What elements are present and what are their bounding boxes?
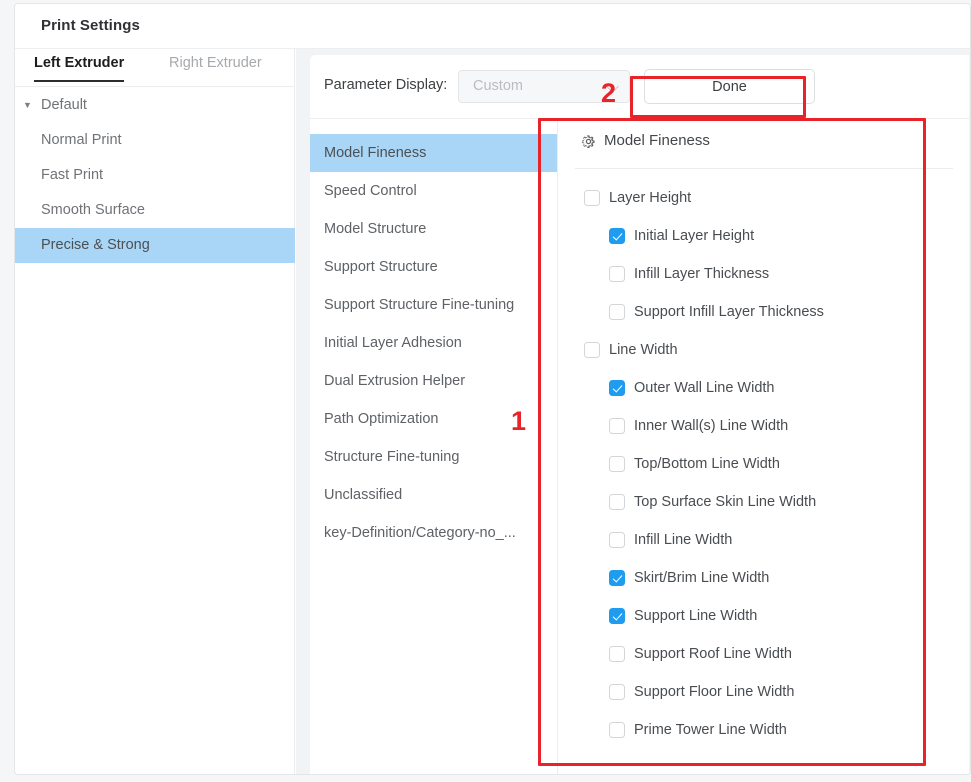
tree-group-label: Default: [41, 97, 87, 113]
parameter-panel-divider: [575, 168, 953, 169]
param-row-top-surface-skin-line-width[interactable]: Top Surface Skin Line Width: [559, 483, 969, 521]
category-item-structure-fine-tuning[interactable]: Structure Fine-tuning: [310, 438, 557, 476]
title-bar: Print Settings: [15, 4, 970, 49]
param-row-layer-height[interactable]: Layer Height: [559, 179, 969, 217]
param-label: Layer Height: [609, 190, 692, 206]
category-item-speed-control[interactable]: Speed Control: [310, 172, 557, 210]
param-row-support-roof-line-width[interactable]: Support Roof Line Width: [559, 635, 969, 673]
category-item-path-optimization[interactable]: Path Optimization: [310, 400, 557, 438]
print-settings-window: Print Settings Left Extruder Right Extru…: [14, 3, 971, 775]
category-item-unclassified[interactable]: Unclassified: [310, 476, 557, 514]
tree-group-default[interactable]: ▼ Default: [15, 88, 295, 123]
extruder-tabs: Left Extruder Right Extruder: [15, 49, 295, 87]
param-row-infill-layer-thickness[interactable]: Infill Layer Thickness: [559, 255, 969, 293]
param-row-top-bottom-line-width[interactable]: Top/Bottom Line Width: [559, 445, 969, 483]
checkbox-outer-wall-line-width[interactable]: [609, 380, 625, 396]
param-label: Top/Bottom Line Width: [634, 456, 780, 472]
category-list: Model Fineness Speed Control Model Struc…: [310, 119, 558, 774]
sidebar: Left Extruder Right Extruder ▼ Default N…: [15, 49, 295, 774]
param-label: Initial Layer Height: [634, 228, 755, 244]
category-item-initial-layer-adhesion[interactable]: Initial Layer Adhesion: [310, 324, 557, 362]
param-row-support-floor-line-width[interactable]: Support Floor Line Width: [559, 673, 969, 711]
checkbox-support-roof-line-width[interactable]: [609, 646, 625, 662]
param-row-support-infill-layer-thickness[interactable]: Support Infill Layer Thickness: [559, 293, 969, 331]
param-label: Support Floor Line Width: [634, 684, 795, 700]
param-label: Line Width: [609, 342, 678, 358]
settings-toolbar: Parameter Display: Custom Done: [310, 55, 969, 119]
param-row-outer-wall-line-width[interactable]: Outer Wall Line Width: [559, 369, 969, 407]
checkbox-infill-layer-thickness[interactable]: [609, 266, 625, 282]
gear-icon: [581, 134, 596, 149]
checkbox-layer-height[interactable]: [584, 190, 600, 206]
settings-card: Parameter Display: Custom Done Model Fin…: [310, 55, 969, 774]
parameter-display-select[interactable]: Custom: [458, 70, 630, 103]
param-row-prime-tower-line-width[interactable]: Prime Tower Line Width: [559, 711, 969, 749]
param-row-support-line-width[interactable]: Support Line Width: [559, 597, 969, 635]
checkbox-support-floor-line-width[interactable]: [609, 684, 625, 700]
sidebar-item-precise-and-strong[interactable]: Precise & Strong: [15, 228, 295, 263]
param-row-infill-line-width[interactable]: Infill Line Width: [559, 521, 969, 559]
preset-tree: ▼ Default Normal Print Fast Print Smooth…: [15, 88, 295, 263]
checkbox-support-line-width[interactable]: [609, 608, 625, 624]
checkbox-top-bottom-line-width[interactable]: [609, 456, 625, 472]
param-label: Top Surface Skin Line Width: [634, 494, 817, 510]
param-label: Infill Layer Thickness: [634, 266, 770, 282]
param-row-inner-wall-line-width[interactable]: Inner Wall(s) Line Width: [559, 407, 969, 445]
checkbox-line-width[interactable]: [584, 342, 600, 358]
param-row-skirt-brim-line-width[interactable]: Skirt/Brim Line Width: [559, 559, 969, 597]
parameter-display-label: Parameter Display:: [324, 77, 448, 93]
param-row-initial-layer-height[interactable]: Initial Layer Height: [559, 217, 969, 255]
category-item-key-definition[interactable]: key-Definition/Category-no_...: [310, 514, 557, 552]
checkbox-skirt-brim-line-width[interactable]: [609, 570, 625, 586]
category-item-dual-extrusion-helper[interactable]: Dual Extrusion Helper: [310, 362, 557, 400]
param-label: Support Line Width: [634, 608, 758, 624]
chevron-down-icon: [608, 82, 619, 93]
tab-right-extruder[interactable]: Right Extruder: [169, 55, 262, 80]
page-title: Print Settings: [41, 17, 140, 34]
checkbox-initial-layer-height[interactable]: [609, 228, 625, 244]
param-label: Skirt/Brim Line Width: [634, 570, 770, 586]
main-region: Parameter Display: Custom Done Model Fin…: [296, 49, 970, 774]
parameter-panel: Model Fineness Layer Height Initial Laye…: [559, 119, 969, 774]
checkbox-prime-tower-line-width[interactable]: [609, 722, 625, 738]
parameter-panel-title: Model Fineness: [604, 132, 710, 149]
caret-down-icon: ▼: [23, 100, 32, 110]
checkbox-top-surface-skin-line-width[interactable]: [609, 494, 625, 510]
sidebar-item-fast-print[interactable]: Fast Print: [15, 158, 295, 193]
category-item-model-structure[interactable]: Model Structure: [310, 210, 557, 248]
category-item-support-structure-fine-tuning[interactable]: Support Structure Fine-tuning: [310, 286, 557, 324]
param-row-line-width[interactable]: Line Width: [559, 331, 969, 369]
print-settings-screen: Print Settings Left Extruder Right Extru…: [0, 0, 971, 782]
checkbox-inner-wall-line-width[interactable]: [609, 418, 625, 434]
param-label: Infill Line Width: [634, 532, 733, 548]
param-label: Outer Wall Line Width: [634, 380, 775, 396]
sidebar-item-smooth-surface[interactable]: Smooth Surface: [15, 193, 295, 228]
sidebar-item-normal-print[interactable]: Normal Print: [15, 123, 295, 158]
checkbox-support-infill-layer-thickness[interactable]: [609, 304, 625, 320]
done-button[interactable]: Done: [644, 69, 815, 104]
category-item-model-fineness[interactable]: Model Fineness: [310, 134, 557, 172]
param-label: Inner Wall(s) Line Width: [634, 418, 789, 434]
param-label: Support Infill Layer Thickness: [634, 304, 824, 320]
category-item-support-structure[interactable]: Support Structure: [310, 248, 557, 286]
checkbox-infill-line-width[interactable]: [609, 532, 625, 548]
param-label: Support Roof Line Width: [634, 646, 792, 662]
parameter-display-value: Custom: [473, 78, 523, 94]
tab-left-extruder[interactable]: Left Extruder: [34, 55, 125, 82]
param-label: Prime Tower Line Width: [634, 722, 787, 738]
parameter-checkbox-list: Layer Height Initial Layer Height Infill…: [559, 179, 969, 749]
parameter-panel-header: Model Fineness: [559, 119, 969, 168]
